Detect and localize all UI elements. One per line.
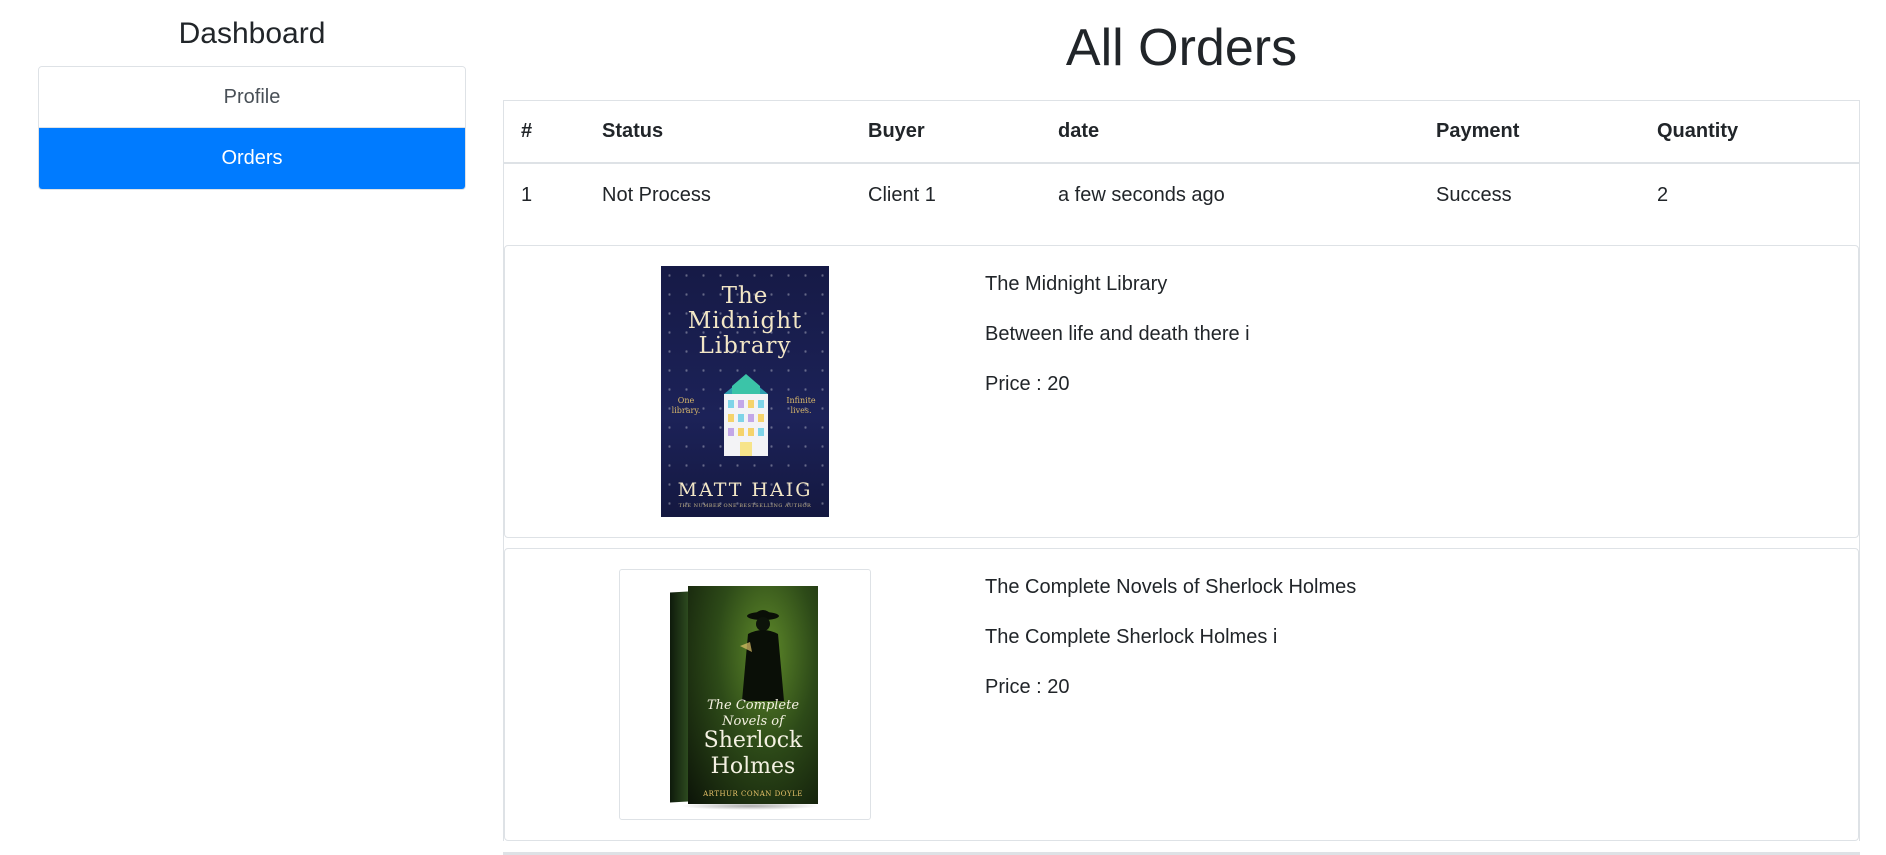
sidebar-item-orders[interactable]: Orders [39,127,465,189]
product-info: The Complete Novels of Sherlock Holmes T… [985,549,1356,840]
cover-title-line: The [721,283,769,309]
product-card: The Complete Novels of Sherlock Holmes A… [504,548,1859,841]
product-image-sherlock-holmes: The Complete Novels of Sherlock Holmes A… [619,569,871,820]
product-card: The Midnight Library One library. Infini… [504,245,1859,538]
order-index: 1 [521,184,533,206]
product-price: Price : 20 [985,373,1070,395]
cover-title-large: Sherlock Holmes [703,727,803,779]
product-image-wrap: The Midnight Library One library. Infini… [505,246,985,537]
detective-silhouette-icon [740,609,784,701]
page-title: All Orders [1065,19,1298,77]
sidebar: Dashboard Profile Orders [38,0,466,190]
main-content: All Orders # Status Buyer date Payment Q… [503,0,1860,841]
cover-title: The Midnight Library [661,284,829,359]
table-header-row: # Status Buyer date Payment Quantity [504,101,1859,164]
order-payment: Success [1436,184,1512,206]
product-name: The Midnight Library [985,273,1168,295]
cover-author: ARTHUR CONAN DOYLE [703,789,803,798]
sidebar-item-profile[interactable]: Profile [39,67,465,127]
cover-tagline: THE NUMBER ONE BESTSELLING AUTHOR [678,503,812,509]
product-info: The Midnight Library Between life and de… [985,246,1250,537]
orders-table: # Status Buyer date Payment Quantity 1 N… [504,101,1859,227]
order-quantity: 2 [1657,184,1669,206]
book-3d: The Complete Novels of Sherlock Holmes A… [670,585,820,810]
cover-title-line: Library [698,333,792,359]
product-image-midnight-library: The Midnight Library One library. Infini… [661,266,829,517]
header-payment: Payment [1419,101,1640,164]
header-date: date [1041,101,1419,164]
product-price: Price : 20 [985,676,1070,698]
order-buyer: Client 1 [868,184,936,206]
header-buyer: Buyer [851,101,1041,164]
cover-title-small: The Complete Novels of [706,697,800,729]
header-status: Status [585,101,851,164]
order-products: The Midnight Library One library. Infini… [504,245,1859,841]
order-status: Not Process [602,184,711,206]
cover-tag-right: Infinite lives. [786,396,816,415]
sidebar-nav: Profile Orders [38,66,466,190]
table-row: 1 Not Process Client 1 a few seconds ago… [504,163,1859,227]
order-card: # Status Buyer date Payment Quantity 1 N… [503,100,1860,841]
book-spine [670,591,688,802]
header-quantity: Quantity [1640,101,1859,164]
header-index: # [504,101,585,164]
house-illustration [724,374,768,456]
dashboard-title: Dashboard [178,17,326,50]
product-name: The Complete Novels of Sherlock Holmes [985,576,1357,598]
product-description: Between life and death there i [985,323,1250,345]
product-description: The Complete Sherlock Holmes i [985,626,1278,648]
order-date: a few seconds ago [1058,184,1225,206]
cover-tag-left: One library. [671,396,701,415]
book-front: The Complete Novels of Sherlock Holmes A… [688,585,818,804]
cover-author: MATT HAIG [677,479,813,501]
product-image-wrap: The Complete Novels of Sherlock Holmes A… [505,549,985,840]
cover-title-line: Midnight [687,308,803,334]
